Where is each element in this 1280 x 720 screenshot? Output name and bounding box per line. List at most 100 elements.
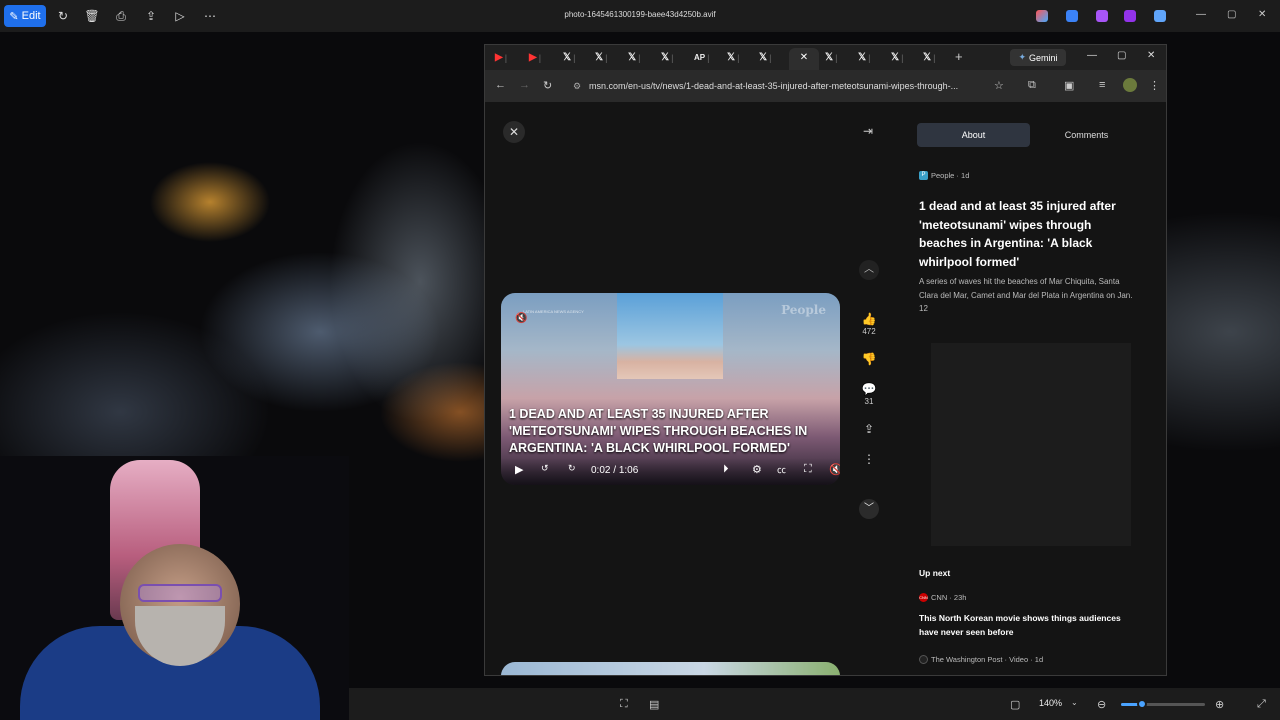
minimize-icon[interactable]: —	[1196, 9, 1206, 20]
tab-about[interactable]: About	[917, 123, 1030, 147]
like-button[interactable]: 👍 472	[857, 312, 881, 336]
tab-x[interactable]: 𝕏 |	[825, 50, 853, 65]
info-icon[interactable]: ▤	[649, 698, 659, 711]
fullscreen-icon[interactable]: ⛶	[804, 463, 812, 476]
thumbs-down-icon: 👎	[861, 352, 877, 366]
tab-youtube[interactable]: ▶ |	[529, 50, 557, 65]
new-tab-button[interactable]: +	[955, 49, 963, 64]
address-bar-row: ← → ↻ ⚙ msn.com/en-us/tv/news/1-dead-and…	[485, 70, 1166, 102]
back-icon[interactable]: ←	[495, 79, 506, 91]
close-tab-icon[interactable]: ✕	[800, 52, 808, 63]
tab-x[interactable]: 𝕏 |	[661, 50, 689, 65]
youtube-icon: ▶	[495, 52, 503, 63]
thumbs-up-icon: 👍	[861, 312, 877, 326]
tab-x[interactable]: 𝕏 |	[759, 50, 787, 65]
tab-x[interactable]: 𝕏 |	[595, 50, 623, 65]
split-view-icon[interactable]: ▣	[1064, 79, 1074, 92]
copilot-icon[interactable]	[1036, 10, 1048, 22]
next-video-chevron-down-icon[interactable]: ﹀	[859, 499, 879, 519]
tab-ap[interactable]: AP |	[694, 50, 722, 65]
msn-video-page: ✕ ⇥ ︿ LATIN AMERICA NEWS AGENCY People 🔇…	[485, 102, 1166, 675]
duration: 1:06	[618, 465, 639, 476]
article-headline: 1 dead and at least 35 injured after 'me…	[919, 199, 1116, 269]
comment-icon: 💬	[861, 382, 877, 396]
captions-icon[interactable]: ㏄	[777, 463, 786, 476]
expand-panel-icon[interactable]: ⇥	[863, 124, 873, 138]
actual-size-icon[interactable]: ▢	[1010, 698, 1020, 711]
previous-video-chevron-up-icon[interactable]: ︿	[859, 260, 879, 280]
app-icon[interactable]	[1124, 10, 1136, 22]
gemini-label: Gemini	[1029, 52, 1058, 63]
up-next-source-label: The Washington Post · Video · 1d	[931, 655, 1044, 664]
zoom-out-icon[interactable]: ⊖	[1097, 698, 1106, 711]
play-icon[interactable]: ▶	[515, 463, 523, 476]
fullscreen-icon[interactable]: ⤢	[1257, 698, 1266, 711]
zoom-slider[interactable]	[1121, 699, 1205, 709]
video-watermark: People	[781, 303, 826, 317]
zoom-dropdown-chevron-down-icon[interactable]: ⌄	[1071, 698, 1078, 707]
autoplay-icon[interactable]: ⏵	[723, 463, 729, 476]
menu-icon[interactable]: ⋮	[1149, 79, 1160, 92]
rewind-10-icon[interactable]: ↺	[541, 463, 549, 474]
gemini-button[interactable]: ✦ Gemini	[1010, 49, 1066, 66]
video-frame-beach	[617, 293, 723, 379]
minimize-icon[interactable]: —	[1087, 50, 1097, 61]
reload-icon[interactable]: ↻	[543, 79, 552, 92]
close-icon[interactable]: ✕	[1258, 9, 1266, 20]
x-icon: 𝕏	[891, 52, 900, 63]
profile-avatar[interactable]	[1123, 78, 1137, 92]
more-options-button[interactable]: ⋮	[857, 452, 881, 466]
tab-msn-active[interactable]: ✕	[789, 48, 819, 70]
url-field[interactable]: msn.com/en-us/tv/news/1-dead-and-at-leas…	[569, 74, 999, 98]
comments-button[interactable]: 💬 31	[857, 382, 881, 406]
comment-count: 31	[864, 397, 874, 406]
forward-icon[interactable]: →	[519, 79, 530, 91]
tab-comments[interactable]: Comments	[1030, 123, 1143, 147]
app-icon[interactable]	[1066, 10, 1078, 22]
tab-youtube[interactable]: ▶ |	[495, 50, 523, 65]
person-glasses	[138, 584, 222, 602]
app-icon[interactable]	[1096, 10, 1108, 22]
more-vertical-icon: ⋮	[863, 452, 875, 466]
bookmark-star-icon[interactable]: ☆	[994, 79, 1004, 92]
browser-window: ▶ | ▶ | 𝕏 | 𝕏 | 𝕏 | 𝕏 | AP | 𝕏 | 𝕏 | ✕ 𝕏 | 𝕏 | 𝕏 | 𝕏…	[484, 44, 1167, 676]
tab-x[interactable]: 𝕏 |	[891, 50, 919, 65]
tab-x[interactable]: 𝕏 |	[727, 50, 755, 65]
muted-indicator-icon: 🔇	[515, 313, 528, 324]
video-player[interactable]: LATIN AMERICA NEWS AGENCY People 🔇 1 DEA…	[501, 293, 840, 485]
video-caption: 1 DEAD AND AT LEAST 35 INJURED AFTER 'ME…	[509, 407, 808, 455]
share-button[interactable]: ⇪	[857, 422, 881, 436]
onedrive-icon[interactable]	[1154, 10, 1166, 22]
x-icon: 𝕏	[759, 52, 768, 63]
next-video-thumbnail[interactable]	[501, 662, 840, 675]
zoom-in-icon[interactable]: ⊕	[1215, 698, 1224, 711]
like-count: 472	[862, 327, 876, 336]
x-icon: 𝕏	[595, 52, 604, 63]
current-time: 0:02	[591, 465, 611, 476]
x-icon: 𝕏	[923, 52, 932, 63]
settings-icon[interactable]: ⚙	[752, 463, 762, 476]
media-controls-icon[interactable]: ≡	[1099, 79, 1105, 91]
tab-x[interactable]: 𝕏 |	[628, 50, 656, 65]
tab-x[interactable]: 𝕏 |	[563, 50, 591, 65]
x-icon: 𝕏	[825, 52, 834, 63]
up-next-source: The Washington Post · Video · 1d	[919, 655, 1043, 664]
extensions-icon[interactable]: ⧉	[1028, 79, 1036, 92]
gemini-icon: ✦	[1018, 52, 1027, 62]
forward-10-icon[interactable]: ↻	[568, 463, 576, 474]
fit-icon[interactable]: ⛶	[620, 698, 628, 711]
photo-viewer-toolbar: ✎ Edit ↻ 🗑 ⎙ ⇪ ▷ ⋯ photo-1645461300199-b…	[0, 0, 1280, 32]
up-next-title[interactable]: This North Korean movie shows things aud…	[919, 611, 1137, 639]
tab-x[interactable]: 𝕏 |	[923, 50, 951, 65]
mute-icon[interactable]: 🔇	[829, 463, 840, 476]
tab-x[interactable]: 𝕏 |	[858, 50, 886, 65]
maximize-icon[interactable]: ▢	[1117, 50, 1126, 61]
maximize-icon[interactable]: ▢	[1227, 9, 1236, 20]
article-source[interactable]: P People · 1d	[919, 171, 969, 180]
dislike-button[interactable]: 👎	[857, 352, 881, 366]
youtube-icon: ▶	[529, 52, 537, 63]
close-video-button[interactable]: ✕	[503, 121, 525, 143]
zoom-level[interactable]: 140%	[1039, 698, 1062, 708]
close-icon[interactable]: ✕	[1147, 50, 1155, 61]
zoom-slider-thumb[interactable]	[1137, 699, 1147, 709]
